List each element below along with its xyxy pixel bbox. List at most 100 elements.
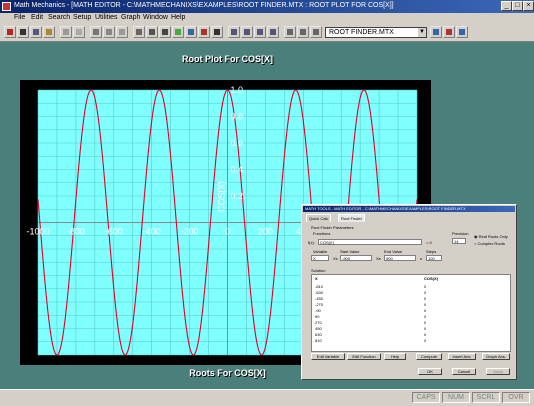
steps-value: 100 xyxy=(428,256,435,261)
plot-icon[interactable] xyxy=(172,26,184,38)
functions-label: Functions xyxy=(313,231,331,236)
function-field[interactable]: COS[X] xyxy=(318,239,422,245)
start-value-field[interactable]: -900 xyxy=(340,255,372,261)
solution-table[interactable]: X COS(X) -810 0 -630 0 -450 0 -270 0 -90 0 90 0 270 0… xyxy=(311,274,511,352)
help-icon[interactable] xyxy=(456,26,468,38)
calc-icon[interactable] xyxy=(159,26,171,38)
status-ovr: OVR xyxy=(502,392,530,403)
chevron-down-icon[interactable]: ▼ xyxy=(418,28,426,37)
y-tick-label: 0.2 xyxy=(231,191,244,201)
start-value-label: Start Value xyxy=(340,249,360,254)
y-tick-label: 0.4 xyxy=(231,165,244,175)
menu-edit[interactable]: Edit xyxy=(31,14,43,21)
menu-file[interactable]: File xyxy=(14,14,25,21)
print-icon[interactable] xyxy=(443,26,455,38)
variable-select[interactable]: X xyxy=(311,255,329,261)
radio-complex-roots[interactable]: ○ Complex Roots xyxy=(474,241,505,246)
eq-zero-label: = 0 xyxy=(426,240,432,245)
table-row-fx: 0 xyxy=(424,326,427,331)
table-row-x: 90 xyxy=(315,314,320,319)
table-row-fx: 0 xyxy=(424,308,427,313)
dialog-title: MATH TOOLS - MATH EDITOR - C:\MATHMECHAN… xyxy=(303,206,515,212)
graph-ans-button[interactable]: Graph Ans. xyxy=(482,353,510,360)
table-row-x: -810 xyxy=(315,284,324,289)
precision-field[interactable]: 14 xyxy=(452,238,466,244)
minimize-button[interactable]: _ xyxy=(501,1,512,11)
editor-icon[interactable] xyxy=(284,26,296,38)
tab-quick-calc[interactable]: Quick Calc xyxy=(306,214,332,222)
find-icon[interactable] xyxy=(73,26,85,38)
table-row-fx: 0 xyxy=(424,332,427,337)
list-icon[interactable] xyxy=(310,26,322,38)
arrow-icon[interactable] xyxy=(116,26,128,38)
table-icon[interactable] xyxy=(133,26,145,38)
tools-icon[interactable] xyxy=(430,26,442,38)
table-row-x: 270 xyxy=(315,320,322,325)
compute-button[interactable]: Compute xyxy=(416,353,442,360)
maximize-button[interactable]: □ xyxy=(512,1,523,11)
radio-real-roots[interactable]: ◉ Real Roots Only xyxy=(474,234,508,239)
tab-root-finder[interactable]: Root Finder xyxy=(338,214,365,222)
cascade-icon[interactable] xyxy=(254,26,266,38)
menu-bar: File Edit Search Setup Utilities Graph W… xyxy=(0,13,534,24)
menu-search[interactable]: Search xyxy=(48,14,70,21)
file-select[interactable]: ROOT FINDER.MTX ▼ xyxy=(325,27,427,38)
table-row-fx: 0 xyxy=(424,302,427,307)
window-icon[interactable] xyxy=(228,26,240,38)
paste-icon[interactable] xyxy=(43,26,55,38)
app-icon[interactable] xyxy=(2,2,11,11)
table-row-x: 810 xyxy=(315,338,322,343)
y-axis-label: COS[X] xyxy=(217,181,227,212)
help-button[interactable]: Help xyxy=(384,353,406,360)
status-scrl: SCRL xyxy=(472,392,500,403)
solver-icon[interactable] xyxy=(185,26,197,38)
menu-window[interactable]: Window xyxy=(143,14,168,21)
steps-field[interactable]: 100 xyxy=(426,255,442,261)
copy-icon[interactable] xyxy=(30,26,42,38)
insert-ans-button[interactable]: Insert Ans. xyxy=(448,353,476,360)
menu-setup[interactable]: Setup xyxy=(73,14,91,21)
x-tick-label: 200 xyxy=(258,227,273,237)
ok-button[interactable]: OK xyxy=(418,368,442,375)
col-header-fx: COS(X) xyxy=(424,276,438,281)
table-row-fx: 0 xyxy=(424,296,427,301)
matrix-icon[interactable] xyxy=(297,26,309,38)
math-tools-dialog: MATH TOOLS - MATH EDITOR - C:\MATHMECHAN… xyxy=(301,204,517,380)
radio-complex-label: Complex Roots xyxy=(477,241,505,246)
menu-graph[interactable]: Graph xyxy=(121,14,140,21)
y-tick-label: 0.8 xyxy=(231,112,244,122)
table-row-x: -90 xyxy=(315,308,321,313)
table-row-x: -630 xyxy=(315,290,324,295)
table-row-x: 450 xyxy=(315,326,322,331)
radio-real-label: Real Roots Only xyxy=(478,234,508,239)
scissors-icon[interactable] xyxy=(17,26,29,38)
variable-label: Variable xyxy=(313,249,328,254)
tile-icon[interactable] xyxy=(241,26,253,38)
layout-icon[interactable] xyxy=(267,26,279,38)
edit-variable-button[interactable]: Edit Variable xyxy=(311,353,345,360)
end-value-field[interactable]: 900 xyxy=(384,255,416,261)
apply-button[interactable]: Apply xyxy=(486,368,510,375)
redo-icon[interactable] xyxy=(103,26,115,38)
table-row-fx: 0 xyxy=(424,320,427,325)
table-row-fx: 0 xyxy=(424,290,427,295)
undo-icon[interactable] xyxy=(90,26,102,38)
y-tick-label: 1.0 xyxy=(231,85,244,95)
menu-utilities[interactable]: Utilities xyxy=(95,14,118,21)
close-button[interactable]: × xyxy=(523,1,534,11)
status-caps: CAPS xyxy=(412,392,440,403)
edit-function-button[interactable]: Edit Function xyxy=(347,353,381,360)
x-tick-label: -800 xyxy=(67,227,85,237)
function-value: COS[X] xyxy=(320,240,334,245)
chart-icon[interactable] xyxy=(198,26,210,38)
cut-icon[interactable] xyxy=(60,26,72,38)
graph-icon[interactable] xyxy=(211,26,223,38)
x-tick-label: -600 xyxy=(105,227,123,237)
menu-help[interactable]: Help xyxy=(171,14,185,21)
pen-icon[interactable] xyxy=(4,26,16,38)
grid-icon[interactable] xyxy=(146,26,158,38)
status-bar: CAPS NUM SCRL OVR xyxy=(0,389,534,406)
title-bar: Math Mechanics - [MATH EDITOR - C:\MATHM… xyxy=(0,0,534,13)
table-row-x: 630 xyxy=(315,332,322,337)
cancel-button[interactable]: Cancel xyxy=(452,368,476,375)
